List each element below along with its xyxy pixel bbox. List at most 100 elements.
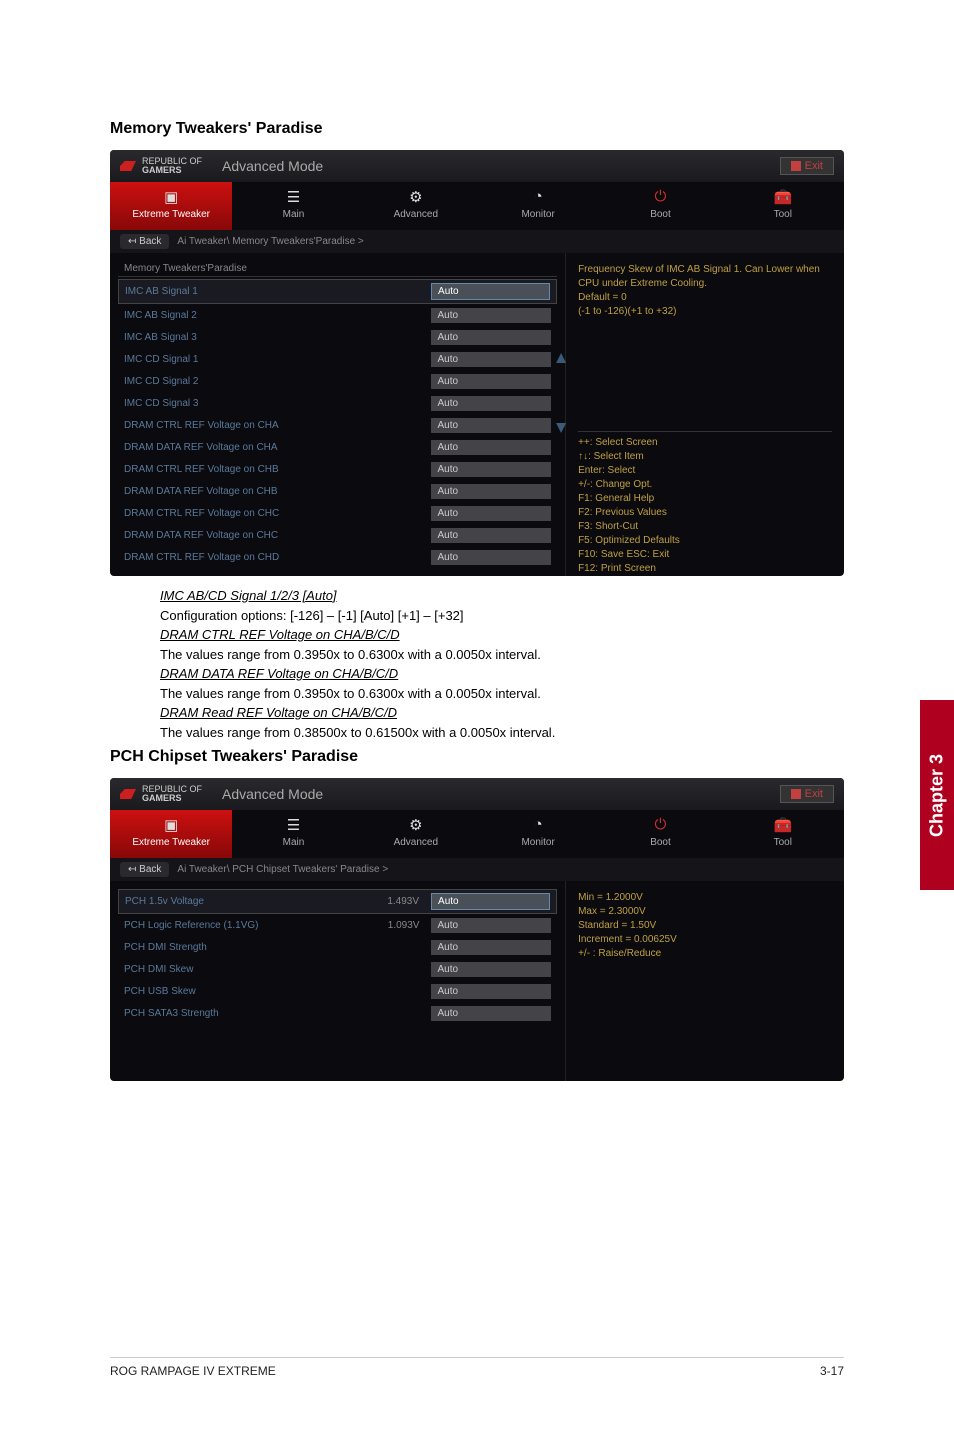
setting-row[interactable]: IMC CD Signal 2Auto xyxy=(118,370,557,392)
exit-icon xyxy=(791,161,801,171)
setting-value[interactable]: Auto xyxy=(431,330,551,345)
tab-main[interactable]: ☰ Main xyxy=(232,182,354,230)
setting-row[interactable]: IMC AB Signal 3Auto xyxy=(118,326,557,348)
setting-value[interactable]: Auto xyxy=(431,528,551,543)
setting-value[interactable]: Auto xyxy=(431,918,551,933)
setting-row[interactable]: DRAM DATA REF Voltage on CHAAuto xyxy=(118,436,557,458)
tab-monitor[interactable]: ◔ Monitor xyxy=(477,810,599,858)
tab-label: Tool xyxy=(774,837,792,848)
setting-value[interactable]: Auto xyxy=(431,484,551,499)
rog-eye-icon xyxy=(120,161,136,171)
setting-row[interactable]: IMC AB Signal 1 Auto xyxy=(118,279,557,304)
setting-label: IMC CD Signal 3 xyxy=(124,398,363,409)
help-keys: ++: Select Screen↑↓: Select ItemEnter: S… xyxy=(578,431,832,576)
setting-label: IMC AB Signal 2 xyxy=(124,310,363,321)
setting-value[interactable]: Auto xyxy=(431,308,551,323)
setting-value[interactable]: Auto xyxy=(431,352,551,367)
bios-titlebar: REPUBLIC OF GAMERS Advanced Mode Exit xyxy=(110,150,844,182)
setting-label: IMC AB Signal 1 xyxy=(125,286,363,297)
gear-icon: ⚙ xyxy=(355,816,477,834)
setting-value[interactable]: Auto xyxy=(431,1006,551,1021)
group-header: Memory Tweakers'Paradise xyxy=(118,261,557,277)
rog-logo: REPUBLIC OF GAMERS xyxy=(120,157,202,175)
brand-line2: GAMERS xyxy=(142,166,202,175)
setting-row[interactable]: IMC CD Signal 1Auto xyxy=(118,348,557,370)
setting-row[interactable]: PCH DMI Strength Auto xyxy=(118,936,557,958)
setting-reading: 1.093V xyxy=(363,920,431,931)
setting-label: PCH DMI Skew xyxy=(124,964,363,975)
exit-label: Exit xyxy=(805,788,823,800)
tab-strip: ▣ Extreme Tweaker ☰ Main ⚙ Advanced ◔ Mo… xyxy=(110,810,844,858)
setting-row[interactable]: DRAM CTRL REF Voltage on CHCAuto xyxy=(118,502,557,524)
exit-button[interactable]: Exit xyxy=(780,157,834,175)
setting-label: PCH DMI Strength xyxy=(124,942,363,953)
tab-boot[interactable]: ⏻ Boot xyxy=(599,182,721,230)
breadcrumb: ↤ Back Ai Tweaker\ PCH Chipset Tweakers'… xyxy=(110,858,844,881)
setting-value[interactable]: Auto xyxy=(431,396,551,411)
setting-row[interactable]: PCH 1.5v Voltage1.493VAuto xyxy=(118,889,557,914)
back-button[interactable]: ↤ Back xyxy=(120,234,169,249)
setting-row[interactable]: DRAM CTRL REF Voltage on CHBAuto xyxy=(118,458,557,480)
breadcrumb-path: Ai Tweaker\ Memory Tweakers'Paradise > xyxy=(177,236,363,247)
tab-label: Boot xyxy=(650,837,671,848)
breadcrumb-path: Ai Tweaker\ PCH Chipset Tweakers' Paradi… xyxy=(177,864,388,875)
setting-value[interactable]: Auto xyxy=(431,374,551,389)
setting-label: PCH 1.5v Voltage xyxy=(125,896,363,907)
description-block: IMC AB/CD Signal 1/2/3 [Auto] Configurat… xyxy=(160,586,844,742)
tab-advanced[interactable]: ⚙ Advanced xyxy=(355,182,477,230)
setting-value[interactable]: Auto xyxy=(431,283,550,300)
setting-row[interactable]: DRAM CTRL REF Voltage on CHAAuto xyxy=(118,414,557,436)
gear-icon: ⚙ xyxy=(355,188,477,206)
tab-advanced[interactable]: ⚙ Advanced xyxy=(355,810,477,858)
desc-text: Configuration options: [-126] – [-1] [Au… xyxy=(160,606,844,626)
setting-row[interactable]: DRAM DATA REF Voltage on CHC Auto xyxy=(118,524,557,546)
setting-value[interactable]: Auto xyxy=(431,506,551,521)
setting-row[interactable]: PCH USB SkewAuto xyxy=(118,980,557,1002)
setting-label: DRAM DATA REF Voltage on CHC xyxy=(124,530,363,541)
setting-row[interactable]: DRAM CTRL REF Voltage on CHDAuto xyxy=(118,546,557,568)
help-description: Frequency Skew of IMC AB Signal 1. Can L… xyxy=(578,263,832,327)
setting-row[interactable]: IMC CD Signal 3 Auto xyxy=(118,392,557,414)
setting-row[interactable]: PCH Logic Reference (1.1VG)1.093VAuto xyxy=(118,914,557,936)
setting-row[interactable]: PCH SATA3 StrengthAuto xyxy=(118,1002,557,1024)
setting-value[interactable]: Auto xyxy=(431,893,550,910)
footer-product: ROG RAMPAGE IV EXTREME xyxy=(110,1364,276,1378)
list-icon: ☰ xyxy=(232,816,354,834)
chapter-tab: Chapter 3 xyxy=(920,700,954,890)
footer-page: 3-17 xyxy=(820,1364,844,1378)
desc-text: The values range from 0.38500x to 0.6150… xyxy=(160,723,844,743)
section-title-pch: PCH Chipset Tweakers' Paradise xyxy=(110,748,844,766)
tab-tool[interactable]: 🧰 Tool xyxy=(722,182,844,230)
tab-tool[interactable]: 🧰 Tool xyxy=(722,810,844,858)
setting-row[interactable]: IMC AB Signal 2 Auto xyxy=(118,304,557,326)
setting-value[interactable]: Auto xyxy=(431,462,551,477)
tab-extreme-tweaker[interactable]: ▣ Extreme Tweaker xyxy=(110,810,232,858)
exit-icon xyxy=(791,789,801,799)
setting-value[interactable]: Auto xyxy=(431,940,551,955)
tab-extreme-tweaker[interactable]: ▣ Extreme Tweaker xyxy=(110,182,232,230)
setting-value[interactable]: Auto xyxy=(431,440,551,455)
back-button[interactable]: ↤ Back xyxy=(120,862,169,877)
desc-title: DRAM Read REF Voltage on CHA/B/C/D xyxy=(160,703,844,723)
setting-value[interactable]: Auto xyxy=(431,550,551,565)
power-icon: ⏻ xyxy=(599,188,721,206)
exit-button[interactable]: Exit xyxy=(780,785,834,803)
page-footer: ROG RAMPAGE IV EXTREME 3-17 xyxy=(110,1357,844,1378)
bios-window-memory: REPUBLIC OF GAMERS Advanced Mode Exit ▣ … xyxy=(110,150,844,576)
tool-icon: 🧰 xyxy=(722,816,844,834)
setting-value[interactable]: Auto xyxy=(431,962,551,977)
setting-row[interactable]: PCH DMI Skew Auto xyxy=(118,958,557,980)
tab-monitor[interactable]: ◔ Monitor xyxy=(477,182,599,230)
setting-value[interactable]: Auto xyxy=(431,984,551,999)
tab-boot[interactable]: ⏻ Boot xyxy=(599,810,721,858)
chip-icon: ▣ xyxy=(110,816,232,834)
setting-row[interactable]: DRAM DATA REF Voltage on CHBAuto xyxy=(118,480,557,502)
tab-label: Main xyxy=(283,209,305,220)
setting-value[interactable]: Auto xyxy=(431,418,551,433)
tab-main[interactable]: ☰ Main xyxy=(232,810,354,858)
rog-logo: REPUBLIC OF GAMERS xyxy=(120,785,202,803)
tab-label: Extreme Tweaker xyxy=(132,209,210,220)
bios-titlebar: REPUBLIC OF GAMERS Advanced Mode Exit xyxy=(110,778,844,810)
help-sidebar: Min = 1.2000VMax = 2.3000VStandard = 1.5… xyxy=(565,881,844,1081)
rog-eye-icon xyxy=(120,789,136,799)
